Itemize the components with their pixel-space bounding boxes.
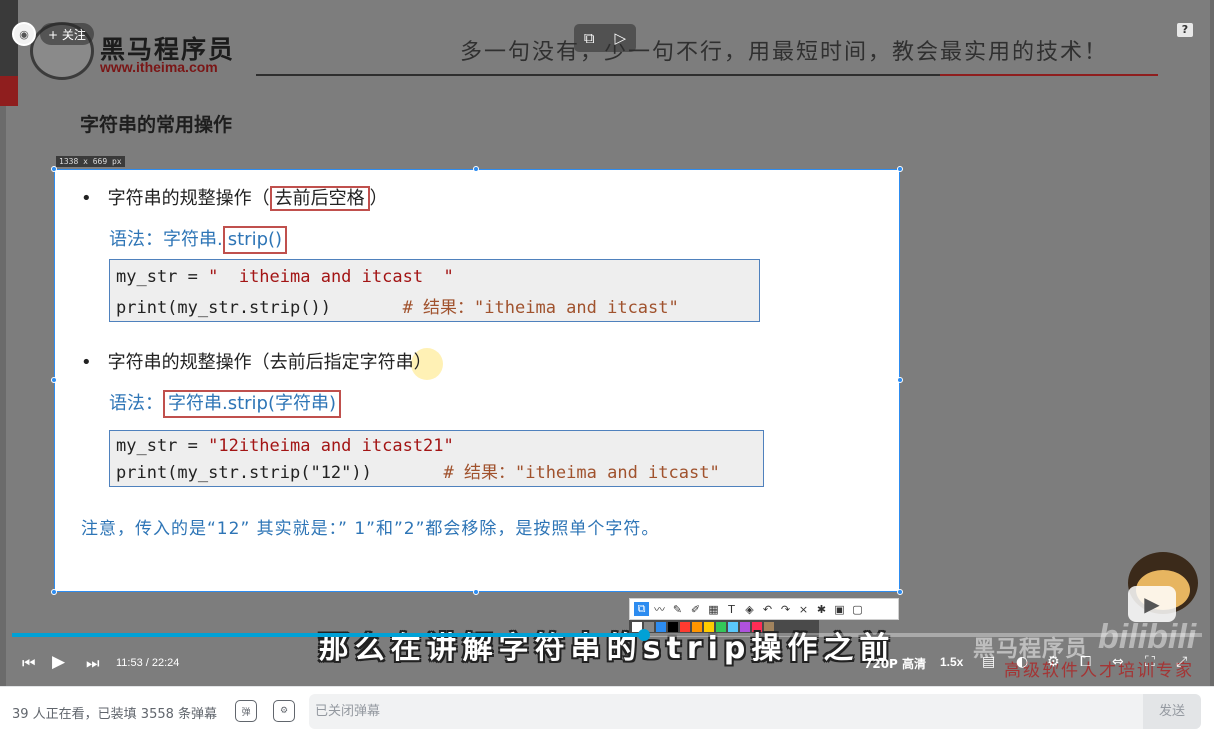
slogan-divider-accent — [940, 74, 1158, 76]
follow-button[interactable]: + 关注 — [40, 23, 94, 45]
pip-mode-icon[interactable]: ⧠ — [1080, 654, 1091, 670]
bullet-text-suffix: ） — [369, 188, 388, 209]
resize-handle[interactable] — [473, 166, 479, 172]
code-text: my_str = — [116, 267, 209, 287]
highlight-box: 去前后空格 — [269, 186, 370, 211]
video-player[interactable]: 黑马程序员 www.itheima.com 多一句没有，少一句不行，用最短时间，… — [0, 0, 1214, 686]
top-action-bar: ⧉ ▷ — [574, 24, 636, 52]
progress-bar[interactable] — [12, 629, 1202, 641]
play-overlay-icon[interactable]: ▶ — [1128, 586, 1176, 622]
brand-logo-url: www.itheima.com — [100, 59, 218, 75]
syntax-line-1: 语法：字符串. strip() — [109, 225, 288, 254]
resize-handle[interactable] — [51, 166, 57, 172]
uploader-info: ◉ + 关注 — [12, 22, 94, 46]
syntax-label: 语法： — [109, 393, 163, 414]
highlight-box: 字符串.strip(字符串) — [163, 390, 342, 418]
bullet-strip-spaces: • 字符串的规整操作（ 去前后空格） — [81, 184, 388, 211]
pen-tool-icon[interactable]: ✎ — [670, 603, 685, 616]
danmaku-bar: 39 人正在看，已装填 3558 条弹幕 弹 ⚙ 发送 — [0, 686, 1214, 735]
widescreen-icon[interactable]: ⇔ — [1112, 654, 1124, 670]
resize-handle[interactable] — [897, 166, 903, 172]
resize-handle[interactable] — [897, 589, 903, 595]
code-comment: # 结果："itheima and itcast" — [402, 298, 679, 318]
volume-icon[interactable]: ◐ — [1016, 654, 1028, 670]
bullet-strip-chars: • 字符串的规整操作（去前后指定字符串） — [81, 348, 432, 374]
code-line: print(my_str.strip("12")) # 结果："itheima … — [116, 460, 757, 487]
section-title: 字符串的常用操作 — [80, 114, 233, 136]
bullet-text: 字符串的规整操作（去前后指定字符串） — [107, 352, 432, 373]
code-string: " itheima and itcast " — [208, 267, 454, 287]
code-comment: # 结果："itheima and itcast" — [443, 463, 720, 483]
pip-icon[interactable]: ▷ — [615, 29, 627, 47]
send-button[interactable]: 发送 — [1143, 694, 1201, 729]
slide-content: • 字符串的规整操作（ 去前后空格） 语法：字符串. strip() my_str =… — [51, 166, 903, 595]
time-current: 11:53 — [116, 657, 143, 669]
settings-icon[interactable]: ⚙ — [1047, 654, 1060, 670]
resize-handle[interactable] — [51, 377, 57, 383]
syntax-label: 语法：字符串. — [109, 229, 223, 250]
next-icon[interactable]: ⏭ — [86, 654, 100, 672]
highlight-box: strip() — [222, 226, 288, 254]
close-icon[interactable]: × — [796, 603, 811, 616]
screenshot-icon[interactable]: ⧉ — [584, 29, 595, 47]
speed-button[interactable]: 1.5x — [940, 655, 963, 669]
mascot-logo: ▶ — [1118, 548, 1208, 628]
avatar[interactable]: ◉ — [12, 22, 36, 46]
danmaku-toggle-icon[interactable]: ▤ — [982, 654, 995, 670]
marker-tool-icon[interactable]: ✐ — [688, 603, 703, 616]
syntax-line-2: 语法： 字符串.strip(字符串) — [109, 389, 342, 418]
time-display: 11:53 / 22:24 — [116, 657, 180, 669]
eraser-tool-icon[interactable]: ◈ — [742, 603, 757, 616]
undo-icon[interactable]: ↶ — [760, 603, 775, 616]
redo-icon[interactable]: ↷ — [778, 603, 793, 616]
previous-icon[interactable]: ⏮ — [22, 654, 36, 672]
code-block-1: my_str = " itheima and itcast " print(my… — [109, 259, 760, 322]
bullet-text: 字符串的规整操作（ — [107, 188, 270, 209]
annotation-toolbar: ⧉ 〰 ✎ ✐ ▦ T ◈ ↶ ↷ × ✱ ▣ ▢ — [629, 598, 899, 620]
code-text: print(my_str.strip()) — [116, 298, 403, 318]
bullet-dot: • — [81, 352, 92, 373]
mosaic-tool-icon[interactable]: ▦ — [706, 603, 721, 616]
line-tool-icon[interactable]: 〰 — [652, 601, 667, 617]
player-controls: ⏮ ▶ ⏭ 11:53 / 22:24 720P 高清 1.5x ▤ ◐ ⚙ ⧠… — [0, 648, 1214, 682]
code-block-2: my_str = "12itheima and itcast21" print(… — [109, 430, 764, 487]
time-total: 22:24 — [151, 657, 180, 669]
save-icon[interactable]: ▣ — [832, 603, 847, 616]
fullscreen-icon[interactable]: ⤢ — [1176, 654, 1187, 670]
code-line: print(my_str.strip()) # 结果："itheima and … — [116, 293, 753, 324]
resize-handle[interactable] — [51, 589, 57, 595]
play-icon[interactable]: ▶ — [52, 652, 65, 672]
frame-edge-right — [1210, 0, 1214, 686]
quality-button[interactable]: 720P 高清 — [864, 655, 926, 672]
copy-icon[interactable]: ▢ — [850, 603, 865, 616]
code-text: my_str = — [116, 436, 209, 456]
code-line: my_str = " itheima and itcast " — [116, 262, 753, 293]
progress-fill — [12, 633, 644, 637]
slide-note: 注意，传入的是“12” 其实就是：” 1”和”2”都会移除，是按照单个字符。 — [81, 519, 660, 539]
danmaku-input[interactable] — [309, 694, 1143, 729]
slide-decor-red — [0, 76, 18, 106]
progress-knob[interactable] — [637, 629, 650, 641]
danmaku-input-wrap: 发送 — [309, 694, 1201, 729]
capture-size-label: 1338 x 669 px — [56, 156, 125, 167]
code-line: my_str = "12itheima and itcast21" — [116, 433, 757, 460]
resize-handle[interactable] — [473, 589, 479, 595]
pin-icon[interactable]: ✱ — [814, 603, 829, 616]
help-icon[interactable]: ? — [1177, 23, 1193, 37]
web-fullscreen-icon[interactable]: ⛶ — [1145, 654, 1155, 670]
code-string: "12itheima and itcast21" — [208, 436, 454, 456]
slide-slogan: 多一句没有，少一句不行，用最短时间，教会最实用的技术！ — [460, 40, 1109, 65]
bullet-dot: • — [81, 188, 92, 209]
danmaku-switch-icon[interactable]: 弹 — [235, 700, 257, 722]
code-text: print(my_str.strip("12")) — [116, 463, 444, 483]
danmaku-settings-icon[interactable]: ⚙ — [273, 700, 295, 722]
text-tool-icon[interactable]: T — [724, 603, 739, 616]
viewer-count: 39 人正在看，已装填 3558 条弹幕 — [12, 707, 218, 722]
resize-handle[interactable] — [897, 377, 903, 383]
select-tool-icon[interactable]: ⧉ — [634, 602, 649, 616]
